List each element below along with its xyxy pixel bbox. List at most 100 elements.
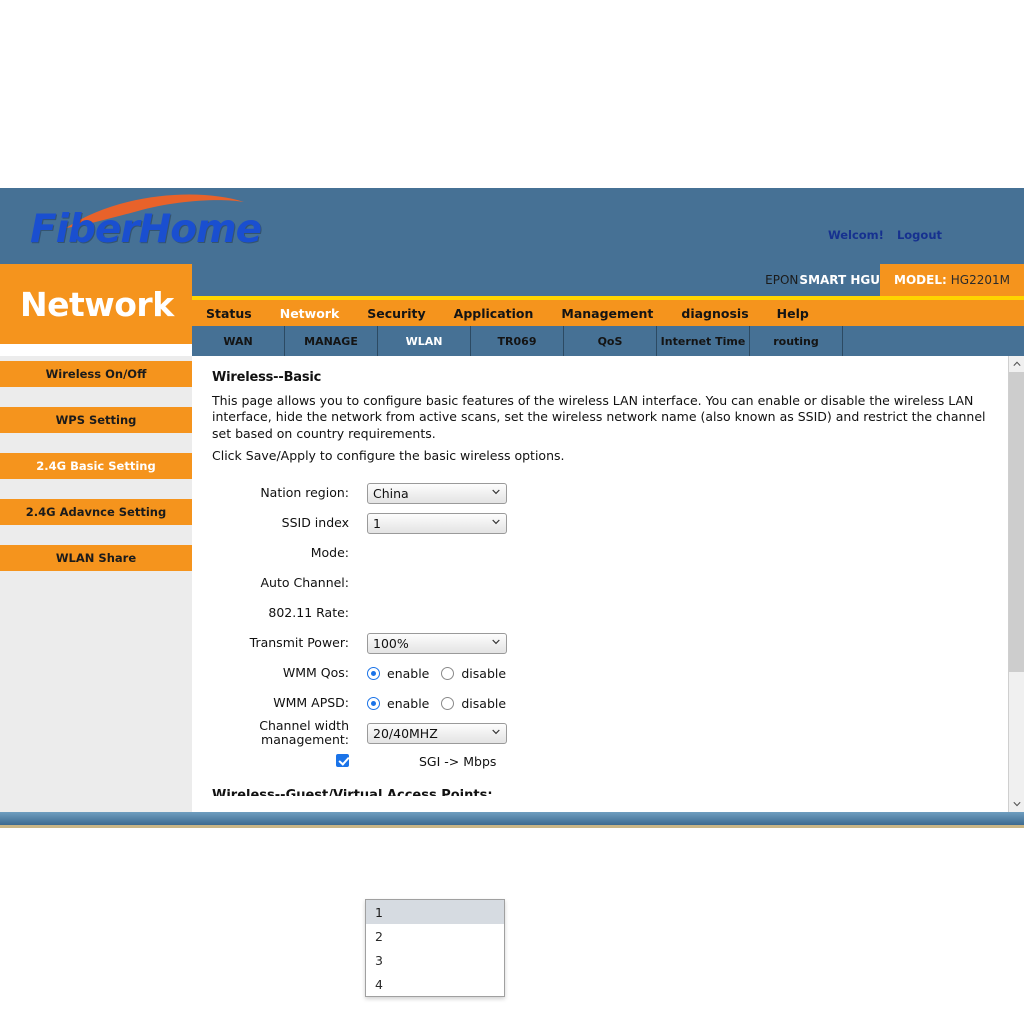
- chevron-down-icon: [1013, 801, 1021, 807]
- fiberhome-logo: FiberHome: [26, 194, 262, 260]
- nation-region-value[interactable]: China: [367, 482, 507, 504]
- wmm-qos-enable-option[interactable]: enable: [367, 666, 429, 681]
- page-title: Network: [20, 284, 174, 324]
- nation-region-label: Nation region:: [260, 484, 349, 500]
- welcome-label: Welcom!: [827, 228, 884, 242]
- form-row-wmm-apsd: WMM APSD: enable disable: [212, 688, 1008, 718]
- subnav-item-wlan[interactable]: WLAN: [378, 326, 471, 356]
- vertical-scrollbar[interactable]: [1008, 356, 1024, 812]
- wmm-apsd-enable-option[interactable]: enable: [367, 696, 429, 711]
- nation-region-select[interactable]: China: [367, 482, 507, 504]
- ssid-index-label: SSID index: [281, 514, 349, 530]
- transmit-power-label: Transmit Power:: [249, 634, 349, 650]
- form-row-mode: Mode:: [212, 538, 1008, 568]
- nav-item-diagnosis[interactable]: diagnosis: [667, 306, 762, 321]
- channel-width-label: Channel width management:: [212, 717, 367, 748]
- nav-item-management[interactable]: Management: [547, 306, 667, 321]
- form-row-channel-width: Channel width management: 20/40MHZ: [212, 718, 1008, 748]
- form-row-sgi: SGI -> Mbps: [212, 748, 1008, 774]
- subnav-item-routing[interactable]: routing: [750, 326, 843, 356]
- channel-width-select[interactable]: 20/40MHZ: [367, 722, 507, 744]
- ssid-index-option-2[interactable]: 2: [366, 924, 504, 948]
- scroll-up-button[interactable]: [1009, 356, 1024, 372]
- router-admin-page: FiberHome Welcom! Logout EPON SMART HGU M…: [0, 188, 1024, 997]
- subnav-item-internet-time[interactable]: Internet Time: [657, 326, 750, 356]
- sidebar-item-24g-basic-setting[interactable]: 2.4G Basic Setting: [0, 453, 192, 479]
- screenshot-canvas: FiberHome Welcom! Logout EPON SMART HGU M…: [0, 0, 1024, 1024]
- mode-label: Mode:: [310, 544, 349, 560]
- wmm-qos-enable-label: enable: [387, 665, 430, 681]
- form-row-ssid-index: SSID index 1: [212, 508, 1008, 538]
- main-nav: Status Network Security Application Mana…: [192, 296, 1024, 326]
- model-value: HG2201M: [950, 273, 1010, 287]
- wmm-qos-disable-label: disable: [461, 665, 507, 681]
- content-paragraph-2: Click Save/Apply to configure the basic …: [212, 447, 565, 463]
- sidebar-item-24g-advance-setting[interactable]: 2.4G Adavnce Setting: [0, 499, 192, 525]
- form-row-wmm-qos: WMM Qos: enable disable: [212, 658, 1008, 688]
- model-label: MODEL:: [894, 273, 947, 287]
- wmm-qos-disable-option[interactable]: disable: [441, 666, 506, 681]
- nav-item-security[interactable]: Security: [353, 306, 439, 321]
- ssid-index-select[interactable]: 1: [367, 512, 507, 534]
- subnav-item-qos[interactable]: QoS: [564, 326, 657, 356]
- wmm-apsd-label: WMM APSD:: [273, 694, 349, 710]
- rate-label: 802.11 Rate:: [268, 604, 349, 620]
- brand-product-name: EPON SMART HGU: [765, 264, 880, 296]
- wmm-qos-label: WMM Qos:: [282, 664, 349, 680]
- channel-width-label-line2: management:: [261, 732, 349, 747]
- scroll-down-button[interactable]: [1009, 796, 1024, 812]
- wmm-qos-disable-radio[interactable]: [441, 666, 455, 680]
- logout-link[interactable]: Logout: [897, 228, 942, 242]
- transmit-power-select[interactable]: 100%: [367, 632, 507, 654]
- sidebar-item-wlan-share[interactable]: WLAN Share: [0, 545, 192, 571]
- brand-suffix: SMART HGU: [799, 273, 880, 287]
- ssid-index-option-3[interactable]: 3: [366, 948, 504, 972]
- welcome-links: Welcom! Logout: [828, 228, 942, 242]
- scrollbar-thumb[interactable]: [1009, 372, 1024, 672]
- main-content: Wireless--Basic This page allows you to …: [192, 356, 1008, 812]
- wmm-qos-enable-radio[interactable]: [367, 666, 380, 680]
- channel-width-value[interactable]: 20/40MHZ: [367, 722, 507, 744]
- clipped-next-heading: Wireless--Guest/Virtual Access Points:: [212, 788, 493, 796]
- subnav-filler: [843, 326, 1024, 356]
- chevron-up-icon: [1013, 361, 1021, 366]
- wireless-basic-form: Nation region: China SSID index 1 Mode: …: [212, 478, 1008, 796]
- subnav-item-tr069[interactable]: TR069: [471, 326, 564, 356]
- sgi-checkbox-cell: [212, 752, 367, 771]
- ssid-index-value[interactable]: 1: [367, 512, 507, 534]
- page-footer: [0, 812, 1024, 828]
- ssid-index-dropdown-list[interactable]: 1 2 3 4: [365, 899, 505, 997]
- ssid-index-option-4[interactable]: 4: [366, 972, 504, 996]
- nav-item-status[interactable]: Status: [192, 306, 266, 321]
- channel-width-label-line1: Channel width: [259, 717, 349, 733]
- content-paragraph-1: This page allows you to configure basic …: [212, 393, 986, 441]
- nav-item-application[interactable]: Application: [440, 306, 548, 321]
- content-heading: Wireless--Basic: [212, 370, 322, 385]
- wmm-apsd-enable-label: enable: [387, 695, 430, 711]
- sidebar-item-wireless-on-off[interactable]: Wireless On/Off: [0, 361, 192, 387]
- sidebar: Wireless On/Off WPS Setting 2.4G Basic S…: [0, 356, 192, 812]
- form-row-auto-channel: Auto Channel:: [212, 568, 1008, 598]
- sgi-label: SGI -> Mbps: [419, 753, 497, 769]
- section-title-block: Network: [0, 264, 192, 344]
- transmit-power-value[interactable]: 100%: [367, 632, 507, 654]
- wmm-apsd-disable-radio[interactable]: [441, 696, 455, 710]
- page-banner: FiberHome Welcom! Logout EPON SMART HGU M…: [0, 188, 1024, 344]
- wmm-apsd-enable-radio[interactable]: [367, 696, 380, 710]
- brand-prefix: EPON: [765, 273, 799, 287]
- nav-item-network[interactable]: Network: [266, 306, 354, 321]
- logo-wordmark: FiberHome: [30, 207, 262, 252]
- form-row-nation-region: Nation region: China: [212, 478, 1008, 508]
- subnav-item-wan[interactable]: WAN: [192, 326, 285, 356]
- nav-item-help[interactable]: Help: [763, 306, 823, 321]
- sidebar-item-wps-setting[interactable]: WPS Setting: [0, 407, 192, 433]
- sgi-checkbox[interactable]: [336, 753, 349, 767]
- ssid-index-option-1[interactable]: 1: [366, 900, 504, 924]
- form-row-transmit-power: Transmit Power: 100%: [212, 628, 1008, 658]
- form-row-rate: 802.11 Rate:: [212, 598, 1008, 628]
- sub-nav: WAN MANAGE WLAN TR069 QoS Internet Time …: [192, 326, 1024, 356]
- auto-channel-label: Auto Channel:: [260, 574, 349, 590]
- wmm-apsd-disable-option[interactable]: disable: [441, 696, 506, 711]
- subnav-item-manage[interactable]: MANAGE: [285, 326, 378, 356]
- page-body: Wireless On/Off WPS Setting 2.4G Basic S…: [0, 356, 1024, 997]
